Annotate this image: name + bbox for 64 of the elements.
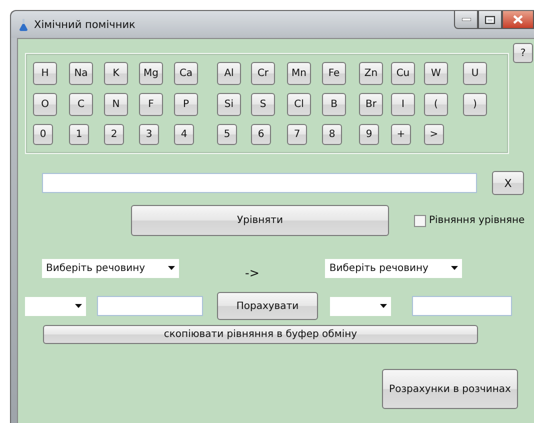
product-dropdown[interactable]: Виберіть речовину xyxy=(325,258,462,278)
key-button[interactable]: Fe xyxy=(322,62,346,85)
key-button[interactable]: Zn xyxy=(359,62,383,85)
key-button[interactable]: + xyxy=(391,124,411,145)
key-button[interactable]: ( xyxy=(424,93,448,116)
dropdown-arrow-icon[interactable] xyxy=(168,266,175,270)
dropdown-arrow-icon[interactable] xyxy=(75,304,82,308)
key-button[interactable]: N xyxy=(104,93,128,116)
key-button[interactable]: Mn xyxy=(287,62,311,85)
minimize-button[interactable] xyxy=(454,11,478,29)
key-button[interactable]: I xyxy=(391,93,415,116)
key-button[interactable]: F xyxy=(139,93,163,116)
equation-field[interactable] xyxy=(42,173,477,193)
key-button[interactable]: > xyxy=(424,124,444,145)
key-button[interactable]: Cl xyxy=(287,93,311,116)
reactant-dropdown[interactable]: Виберіть речовину xyxy=(42,258,179,278)
key-button[interactable]: ) xyxy=(463,93,487,116)
dropdown-arrow-icon[interactable] xyxy=(451,266,458,270)
maximize-button[interactable] xyxy=(478,11,502,29)
clear-button[interactable]: X xyxy=(492,171,524,195)
key-button[interactable]: 0 xyxy=(33,124,53,145)
solutions-button[interactable]: Розрахунки в розчинах xyxy=(382,369,518,409)
help-button[interactable]: ? xyxy=(513,43,533,63)
key-button[interactable]: Al xyxy=(217,62,241,85)
balance-button[interactable]: Урівняти xyxy=(131,205,389,236)
checkbox-label: Рівняння урівняне xyxy=(429,215,525,226)
window-title: Хімічний помічник xyxy=(34,18,136,30)
key-button[interactable]: W xyxy=(424,62,448,85)
key-button[interactable]: 7 xyxy=(287,124,307,145)
key-button[interactable]: Cr xyxy=(251,62,275,85)
key-button[interactable]: Si xyxy=(217,93,241,116)
dropdown-arrow-icon[interactable] xyxy=(380,304,387,308)
key-button[interactable]: 4 xyxy=(174,124,194,145)
key-button[interactable]: 8 xyxy=(322,124,342,145)
maximize-icon xyxy=(485,16,495,24)
flask-icon xyxy=(19,18,28,30)
key-button[interactable]: 3 xyxy=(139,124,159,145)
key-button[interactable]: Mg xyxy=(139,62,163,85)
minimize-icon xyxy=(462,18,470,21)
key-button[interactable]: 5 xyxy=(217,124,237,145)
key-button[interactable]: H xyxy=(33,62,57,85)
key-button[interactable]: Br xyxy=(359,93,383,116)
key-button[interactable]: P xyxy=(174,93,198,116)
arrow-label: -> xyxy=(245,266,260,280)
key-button[interactable]: S xyxy=(251,93,275,116)
key-button[interactable]: O xyxy=(33,93,57,116)
key-button[interactable]: Ca xyxy=(174,62,198,85)
calculate-button[interactable]: Порахувати xyxy=(217,292,318,320)
amount-field[interactable] xyxy=(97,296,203,316)
key-button[interactable]: 2 xyxy=(104,124,124,145)
result-field[interactable] xyxy=(412,296,512,316)
key-button[interactable]: K xyxy=(104,62,128,85)
key-button[interactable]: B xyxy=(322,93,346,116)
key-button[interactable]: C xyxy=(69,93,93,116)
copy-button[interactable]: скопіювати рівняння в буфер обміну xyxy=(43,325,478,344)
close-icon xyxy=(513,15,523,24)
checkbox[interactable] xyxy=(414,214,426,226)
key-button[interactable]: 6 xyxy=(251,124,271,145)
key-button[interactable]: U xyxy=(463,62,487,85)
key-button[interactable]: 9 xyxy=(359,124,379,145)
key-button[interactable]: Na xyxy=(69,62,93,85)
close-button[interactable] xyxy=(502,11,534,29)
key-button[interactable]: 1 xyxy=(69,124,89,145)
key-button[interactable]: Cu xyxy=(391,62,415,85)
